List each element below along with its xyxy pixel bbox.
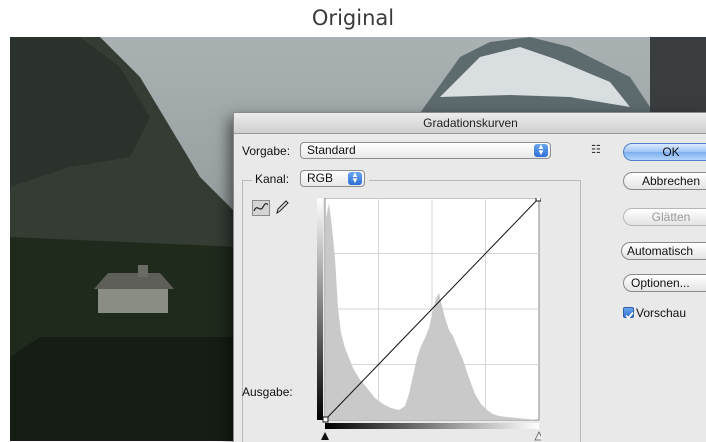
output-gradient [317, 198, 323, 420]
channel-label: Kanal: [255, 172, 290, 186]
black-point-slider-icon[interactable] [321, 432, 329, 440]
curve-point-white[interactable] [535, 198, 541, 202]
presets-menu-icon[interactable]: ☷ [591, 143, 601, 156]
cancel-button[interactable]: Abbrechen [623, 172, 706, 190]
channel-value: RGB [307, 171, 334, 185]
auto-button[interactable]: Automatisch [621, 242, 706, 260]
input-gradient [325, 423, 539, 429]
curve-point-black[interactable] [322, 416, 329, 423]
options-button[interactable]: Optionen... [623, 274, 706, 292]
curve-tool-icon[interactable] [252, 200, 270, 216]
white-point-slider-icon[interactable] [534, 431, 541, 441]
preset-select[interactable]: Standard ▲ ▼ [300, 142, 551, 159]
preview-checkbox[interactable] [623, 307, 634, 320]
select-arrows-icon: ▲ ▼ [534, 143, 548, 157]
checkmark-icon [625, 311, 634, 320]
select-arrows-icon: ▲ ▼ [348, 171, 362, 185]
preset-label: Vorgabe: [242, 144, 291, 158]
channel-select[interactable]: RGB ▲ ▼ [300, 170, 365, 187]
smooth-button[interactable]: Glätten [623, 208, 706, 226]
curve-graph[interactable] [317, 198, 541, 442]
preview-label[interactable]: Vorschau [636, 306, 686, 320]
dialog-title[interactable]: Gradationskurven [234, 113, 706, 134]
curves-dialog: Gradationskurven Vorgabe: Standard ▲ ▼ ☷ … [233, 112, 706, 442]
output-label: Ausgabe: [242, 385, 293, 399]
ok-button[interactable]: OK [623, 143, 706, 161]
page-title: Original [311, 6, 395, 30]
pencil-icon[interactable] [274, 199, 290, 215]
preset-value: Standard [307, 143, 356, 157]
